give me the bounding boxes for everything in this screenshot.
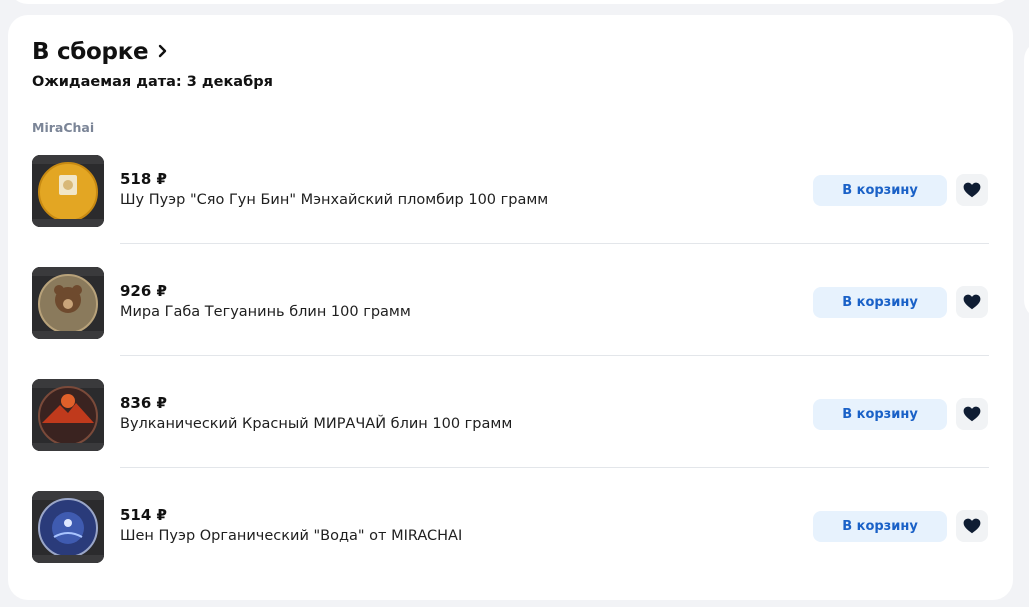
expected-date: Ожидаемая дата: 3 декабря xyxy=(32,74,273,90)
list-item: 926 ₽ Мира Габа Тегуанинь блин 100 грамм… xyxy=(32,267,989,379)
favorite-button[interactable] xyxy=(956,286,988,318)
heart-icon xyxy=(963,294,981,310)
list-item: 518 ₽ Шу Пуэр "Сяо Гун Бин" Мэнхайский п… xyxy=(32,155,989,267)
add-to-cart-button[interactable]: В корзину xyxy=(813,287,947,318)
previous-card xyxy=(8,0,1013,4)
section-header[interactable]: В сборке xyxy=(32,39,168,65)
add-to-cart-button[interactable]: В корзину xyxy=(813,399,947,430)
side-panel-edge xyxy=(1024,40,1029,320)
chevron-right-icon[interactable] xyxy=(158,43,168,62)
assembly-section-card: В сборке Ожидаемая дата: 3 декабря MiraC… xyxy=(8,15,1013,600)
product-image[interactable] xyxy=(32,491,104,563)
list-item: 836 ₽ Вулканический Красный МИРАЧАЙ блин… xyxy=(32,379,989,491)
product-image[interactable] xyxy=(32,155,104,227)
list-item: 514 ₽ Шен Пуэр Органический "Вода" от MI… xyxy=(32,491,989,603)
product-name[interactable]: Шу Пуэр "Сяо Гун Бин" Мэнхайский пломбир… xyxy=(120,192,548,208)
product-name[interactable]: Мира Габа Тегуанинь блин 100 грамм xyxy=(120,304,411,320)
product-price: 518 ₽ xyxy=(120,170,167,188)
product-image[interactable] xyxy=(32,379,104,451)
section-title[interactable]: В сборке xyxy=(32,39,149,65)
product-image[interactable] xyxy=(32,267,104,339)
add-to-cart-button[interactable]: В корзину xyxy=(813,511,947,542)
favorite-button[interactable] xyxy=(956,398,988,430)
product-price: 836 ₽ xyxy=(120,394,167,412)
seller-name[interactable]: MiraChai xyxy=(32,120,94,135)
divider xyxy=(120,467,989,468)
favorite-button[interactable] xyxy=(956,174,988,206)
divider xyxy=(120,355,989,356)
product-price: 514 ₽ xyxy=(120,506,167,524)
favorite-button[interactable] xyxy=(956,510,988,542)
heart-icon xyxy=(963,182,981,198)
divider xyxy=(120,243,989,244)
heart-icon xyxy=(963,518,981,534)
product-price: 926 ₽ xyxy=(120,282,167,300)
add-to-cart-button[interactable]: В корзину xyxy=(813,175,947,206)
product-name[interactable]: Вулканический Красный МИРАЧАЙ блин 100 г… xyxy=(120,416,512,432)
heart-icon xyxy=(963,406,981,422)
product-name[interactable]: Шен Пуэр Органический "Вода" от MIRACHAI xyxy=(120,528,462,544)
